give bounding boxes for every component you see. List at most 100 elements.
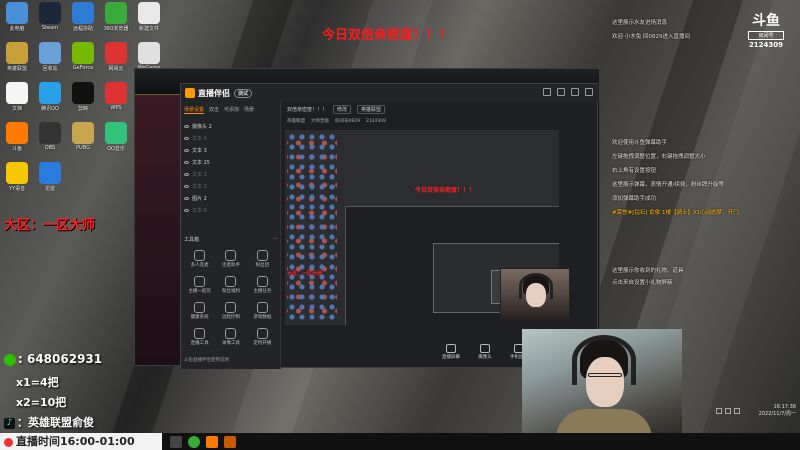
tool-icon <box>194 250 206 261</box>
kills-rule-2: x2=10把 <box>16 396 67 409</box>
app-icon <box>72 42 94 64</box>
live-schedule-bar: 直播时间16:00-01:00 <box>0 433 162 450</box>
volume-icon[interactable] <box>725 408 731 414</box>
desktop-icon[interactable]: 文档 <box>2 82 32 112</box>
desktop-icon[interactable]: Steam <box>35 2 65 31</box>
source-label: 文本 1 <box>192 171 207 178</box>
desktop-icon[interactable]: 此电脑 <box>2 2 32 32</box>
desktop-icon[interactable]: 腾讯QQ <box>35 82 65 112</box>
visibility-eye-icon[interactable] <box>184 136 189 140</box>
version-badge[interactable]: 测试 <box>234 88 253 98</box>
desktop-icon[interactable]: WeGame <box>134 42 164 71</box>
scene-tab[interactable]: 可添加 <box>224 106 239 114</box>
room-info-item: 英雄联盟 <box>287 119 305 124</box>
webcam-preview-small <box>500 268 570 320</box>
toolbox-item[interactable]: 主播任务 <box>247 276 278 294</box>
source-item[interactable]: 文本 1 <box>184 168 277 180</box>
preview-server-text: 大区：一区大师 <box>287 271 323 277</box>
desktop-icon[interactable]: 英雄联盟 <box>2 42 32 72</box>
visibility-eye-icon[interactable] <box>184 184 189 188</box>
source-label: 文本 2 <box>192 183 207 190</box>
toolbox-item[interactable]: 连麦助手 <box>215 250 246 268</box>
app-icon <box>105 42 127 64</box>
toolbox-item[interactable]: 主播一起玩 <box>184 276 215 294</box>
toolbox-header: 工具箱 ⋯ <box>184 236 278 243</box>
visibility-eye-icon[interactable] <box>184 148 189 152</box>
scene-tab[interactable]: 场景 <box>244 106 254 114</box>
app-icon <box>39 42 61 64</box>
desktop-icon[interactable]: 远程协助 <box>68 2 98 32</box>
desktop-icon[interactable]: QQ音乐 <box>101 122 131 152</box>
visibility-eye-icon[interactable] <box>184 124 189 128</box>
task-view-icon[interactable] <box>170 435 182 448</box>
tool-label: 主播一起玩 <box>188 289 211 294</box>
server-region-text: 大区：一区大师 <box>4 218 96 233</box>
source-label: 文本 4 <box>192 135 207 142</box>
stream-tool-button[interactable]: 摄像头 <box>475 344 495 360</box>
app-icon <box>105 82 127 104</box>
desktop-icon-label: WPS <box>110 105 122 111</box>
browser-icon[interactable] <box>188 435 200 448</box>
toolbox-item[interactable]: 远程控制 <box>215 302 246 320</box>
desktop-icon[interactable]: OBS <box>35 122 65 151</box>
toolbox-item[interactable]: 多人连麦 <box>184 250 215 268</box>
minimize-icon[interactable] <box>557 88 565 96</box>
tool-icon <box>194 276 206 287</box>
desktop-icon[interactable]: 网易云 <box>101 42 131 72</box>
network-icon[interactable] <box>716 408 722 414</box>
desktop-icon[interactable]: WPS <box>101 82 131 111</box>
desktop-icon[interactable]: 剪映 <box>68 82 98 112</box>
toolbox-item[interactable]: 直播工具 <box>184 328 215 346</box>
app-icon <box>105 2 127 24</box>
live-companion-task-icon[interactable] <box>224 435 236 448</box>
ime-icon[interactable] <box>734 408 740 414</box>
visibility-eye-icon[interactable] <box>184 196 189 200</box>
edit-title-button[interactable]: 修改 <box>333 104 352 114</box>
category-select[interactable]: 英雄联盟 <box>357 104 386 114</box>
desktop-icon[interactable]: 新建文件 <box>134 2 164 32</box>
clock[interactable]: 16:17:38 2022/11/7/周一 <box>759 404 796 418</box>
source-item[interactable]: 文本 25 <box>184 156 277 168</box>
source-item[interactable]: 文本 6 <box>184 204 277 216</box>
danmu-line: 欢迎使用斗鱼弹幕助手 <box>612 140 668 146</box>
visibility-eye-icon[interactable] <box>184 172 189 176</box>
source-item[interactable]: 图片 2 <box>184 192 277 204</box>
desktop-icon[interactable]: 斗鱼 <box>2 122 32 152</box>
toolbox-item[interactable]: 定时开播 <box>247 328 278 346</box>
source-item[interactable]: 文本 4 <box>184 132 277 144</box>
app-icon <box>6 82 28 104</box>
desktop-icon-label: 网易云 <box>108 66 124 72</box>
source-label: 文本 6 <box>192 207 207 214</box>
tool-label: 主播任务 <box>253 289 272 294</box>
visibility-eye-icon[interactable] <box>184 160 189 164</box>
desktop-icon[interactable]: 360浏览器 <box>101 2 131 32</box>
visibility-eye-icon[interactable] <box>184 208 189 212</box>
source-item[interactable]: 文本 2 <box>184 180 277 192</box>
toolbox-more-icon[interactable]: ⋯ <box>273 236 278 243</box>
toolbox-item[interactable]: 粉丝团 <box>247 250 278 268</box>
close-icon[interactable] <box>585 88 593 96</box>
app-icon <box>105 122 127 144</box>
tool-icon <box>225 328 237 339</box>
desktop-icon[interactable]: YY语音 <box>2 162 32 192</box>
settings-icon[interactable] <box>543 88 551 96</box>
source-item[interactable]: 摄像头 2 <box>184 120 277 132</box>
toolbox-item[interactable]: 粉丝福利 <box>215 276 246 294</box>
desktop-icon[interactable]: 迅雷 <box>35 162 65 192</box>
live-companion-window[interactable]: 直播伴侣 测试 场景设置 双击 可添加 场景 摄像头 2 文本 4 文本 3 文本 25 文本… <box>180 83 628 369</box>
desktop-icon[interactable]: GeForce <box>68 42 98 71</box>
scene-tab[interactable]: 场景设置 <box>184 106 205 114</box>
maximize-icon[interactable] <box>571 88 579 96</box>
toolbox-item[interactable]: 游戏数据 <box>247 302 278 320</box>
douyu-task-icon[interactable] <box>206 435 218 448</box>
scene-tab[interactable]: 双击 <box>209 106 219 114</box>
source-item[interactable]: 文本 3 <box>184 144 277 156</box>
tool-label: 直播工具 <box>190 341 209 346</box>
desktop-icon[interactable]: PUBG <box>68 122 98 151</box>
desktop-icon[interactable]: 回收站 <box>35 42 65 72</box>
toolbox-item[interactable]: 录像工具 <box>215 328 246 346</box>
stream-tool-button[interactable]: 直播屏幕 <box>441 344 461 360</box>
toolbox-item[interactable]: 健康系统 <box>184 302 215 320</box>
toolbox-title: 工具箱 <box>184 237 200 243</box>
usage-tip[interactable]: 斗鱼直播伴侣使用说明 <box>184 357 229 363</box>
